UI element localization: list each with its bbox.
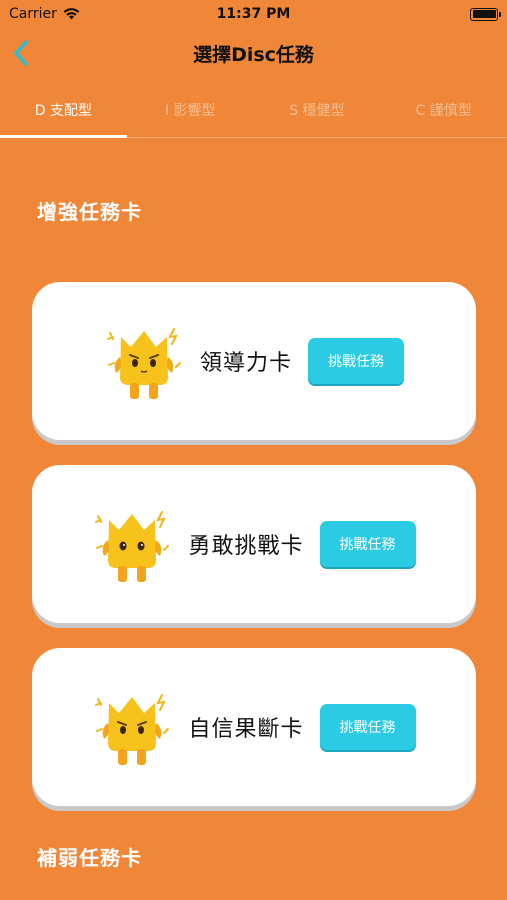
tab-c-conscientiousness[interactable]: C 謹慎型 [380, 82, 507, 138]
challenge-task-button[interactable]: 挑戰任務 [319, 704, 416, 750]
tabs-divider [0, 137, 507, 138]
status-time: 11:37 PM [216, 6, 291, 22]
card-label: 勇敢挑戰卡 [188, 534, 304, 559]
tab-i-influence[interactable]: I 影響型 [127, 82, 254, 138]
section-title-boost: 增強任務卡 [37, 200, 142, 224]
section-title-weak: 補弱任務卡 [37, 846, 142, 870]
monster-mascot-icon [95, 511, 170, 582]
back-button[interactable] [8, 38, 34, 68]
page-title: 選擇Disc任務 [193, 43, 314, 66]
task-card-courage: 勇敢挑戰卡 挑戰任務 [32, 465, 476, 623]
monster-mascot-icon [106, 328, 181, 399]
card-label: 自信果斷卡 [188, 717, 304, 742]
challenge-task-button[interactable]: 挑戰任務 [319, 521, 416, 567]
challenge-task-button[interactable]: 挑戰任務 [308, 338, 404, 384]
tab-d-dominance[interactable]: D 支配型 [0, 82, 127, 138]
battery-icon [470, 7, 501, 21]
tab-bar: D 支配型 I 影響型 S 穩健型 C 謹慎型 [0, 82, 507, 138]
tab-s-steadiness[interactable]: S 穩健型 [254, 82, 381, 138]
chevron-left-icon [14, 40, 28, 66]
card-label: 領導力卡 [199, 351, 292, 376]
task-card-confidence: 自信果斷卡 挑戰任務 [32, 648, 476, 806]
task-card-leadership: 領導力卡 挑戰任務 [32, 282, 476, 440]
status-bar: Carrier 11:37 PM [0, 0, 507, 28]
monster-mascot-icon [95, 694, 170, 765]
nav-bar: 選擇Disc任務 [0, 28, 507, 78]
